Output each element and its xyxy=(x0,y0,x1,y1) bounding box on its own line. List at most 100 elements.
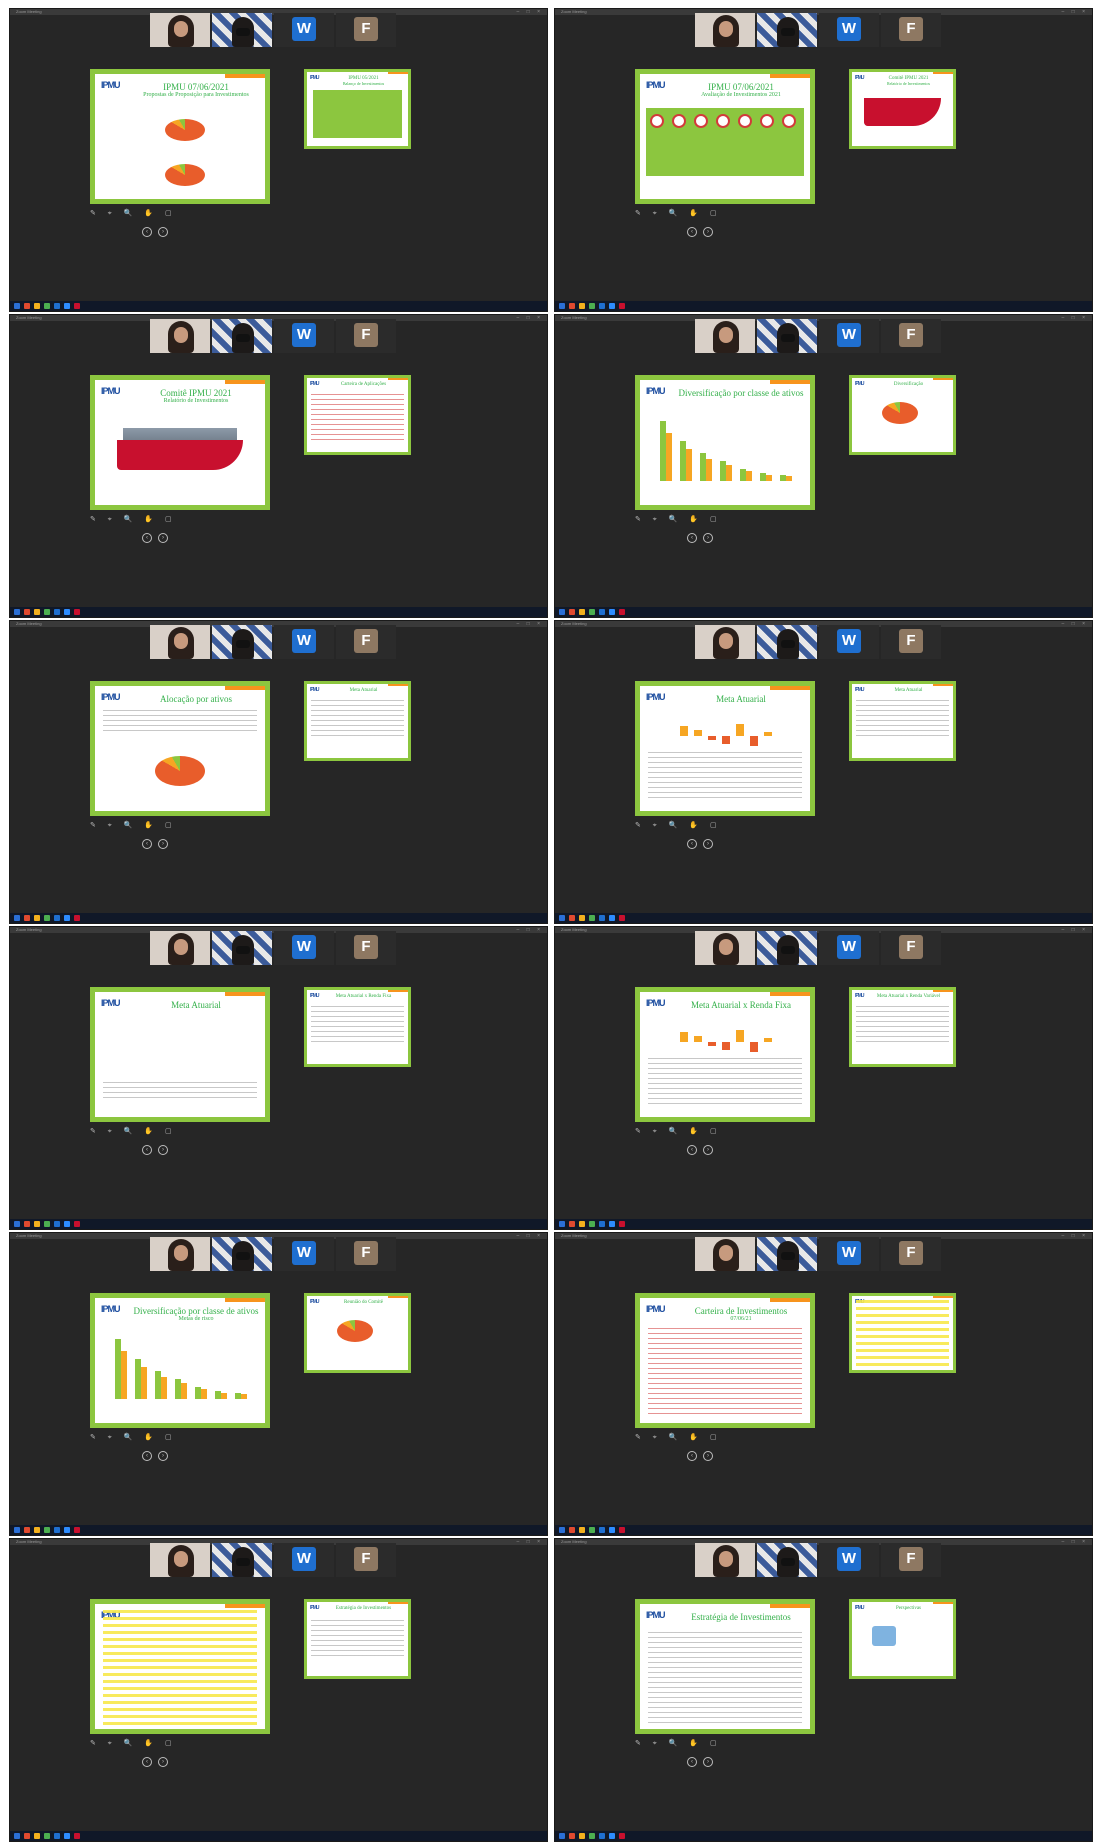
app-icon[interactable] xyxy=(74,1833,80,1839)
app-icon[interactable] xyxy=(619,1527,625,1533)
zoom-icon[interactable] xyxy=(609,1833,615,1839)
word-icon[interactable] xyxy=(599,915,605,921)
start-icon[interactable] xyxy=(14,1527,20,1533)
main-slide[interactable]: IPMU Diversificação por classe de ativos… xyxy=(90,1293,270,1428)
app-icon[interactable] xyxy=(569,303,575,309)
folder-icon[interactable] xyxy=(579,303,585,309)
folder-icon[interactable] xyxy=(579,1221,585,1227)
word-icon[interactable] xyxy=(54,303,60,309)
participant-avatar-tile[interactable]: F xyxy=(881,625,941,659)
folder-icon[interactable] xyxy=(34,915,40,921)
participant-avatar-tile[interactable]: W xyxy=(274,13,334,47)
participant-avatar-tile[interactable]: W xyxy=(274,625,334,659)
app-icon[interactable] xyxy=(589,915,595,921)
zoom-icon[interactable] xyxy=(609,1527,615,1533)
start-icon[interactable] xyxy=(559,1527,565,1533)
next-slide-preview[interactable]: IPMU Meta Atuarial x Renda Fixa xyxy=(304,987,411,1067)
participant-video-tile[interactable] xyxy=(150,1543,210,1577)
start-icon[interactable] xyxy=(14,915,20,921)
next-slide-button[interactable]: › xyxy=(703,533,713,543)
start-icon[interactable] xyxy=(14,1221,20,1227)
app-icon[interactable] xyxy=(589,1833,595,1839)
folder-icon[interactable] xyxy=(34,1221,40,1227)
annotation-toolbar[interactable]: ✎ ⌖ 🔍 ✋ ▢ xyxy=(635,209,722,218)
app-icon[interactable] xyxy=(619,1221,625,1227)
next-slide-preview[interactable]: IPMU Reunião do Comitê xyxy=(304,1293,411,1373)
participant-video-tile[interactable] xyxy=(757,319,817,353)
start-icon[interactable] xyxy=(14,1833,20,1839)
next-slide-button[interactable]: › xyxy=(158,227,168,237)
participant-avatar-tile[interactable]: F xyxy=(881,13,941,47)
participant-avatar-tile[interactable]: W xyxy=(819,931,879,965)
next-slide-button[interactable]: › xyxy=(158,839,168,849)
app-icon[interactable] xyxy=(24,303,30,309)
annotation-toolbar[interactable]: ✎ ⌖ 🔍 ✋ ▢ xyxy=(635,1127,722,1136)
participant-video-tile[interactable] xyxy=(695,625,755,659)
app-icon[interactable] xyxy=(74,1527,80,1533)
app-icon[interactable] xyxy=(44,303,50,309)
main-slide[interactable]: IPMU Meta Atuarial xyxy=(635,681,815,816)
app-icon[interactable] xyxy=(24,1833,30,1839)
app-icon[interactable] xyxy=(24,1527,30,1533)
prev-slide-button[interactable]: ‹ xyxy=(142,227,152,237)
participant-video-tile[interactable] xyxy=(757,13,817,47)
next-slide-preview[interactable]: IPMU Diversificação xyxy=(849,375,956,455)
start-icon[interactable] xyxy=(559,1221,565,1227)
participant-video-tile[interactable] xyxy=(212,319,272,353)
next-slide-preview[interactable]: IPMU Carteira de Aplicações xyxy=(304,375,411,455)
window-controls[interactable]: – □ × xyxy=(1062,315,1089,321)
zoom-icon[interactable] xyxy=(64,1221,70,1227)
zoom-icon[interactable] xyxy=(64,303,70,309)
word-icon[interactable] xyxy=(599,1221,605,1227)
participant-avatar-tile[interactable]: W xyxy=(274,1237,334,1271)
participant-video-tile[interactable] xyxy=(212,625,272,659)
next-slide-preview[interactable]: IPMU Meta Atuarial xyxy=(849,681,956,761)
folder-icon[interactable] xyxy=(34,303,40,309)
prev-slide-button[interactable]: ‹ xyxy=(687,839,697,849)
word-icon[interactable] xyxy=(599,1833,605,1839)
app-icon[interactable] xyxy=(44,609,50,615)
next-slide-preview[interactable]: IPMU IPMU 05/2021 Balanço de Investiment… xyxy=(304,69,411,149)
participant-video-tile[interactable] xyxy=(150,1237,210,1271)
prev-slide-button[interactable]: ‹ xyxy=(687,1451,697,1461)
participant-avatar-tile[interactable]: F xyxy=(336,931,396,965)
word-icon[interactable] xyxy=(54,609,60,615)
prev-slide-button[interactable]: ‹ xyxy=(687,1145,697,1155)
zoom-icon[interactable] xyxy=(609,1221,615,1227)
folder-icon[interactable] xyxy=(34,1833,40,1839)
participant-video-tile[interactable] xyxy=(150,931,210,965)
zoom-icon[interactable] xyxy=(64,1833,70,1839)
main-slide[interactable]: IPMU Meta Atuarial xyxy=(90,987,270,1122)
window-controls[interactable]: – □ × xyxy=(1062,927,1089,933)
app-icon[interactable] xyxy=(569,609,575,615)
zoom-icon[interactable] xyxy=(64,915,70,921)
participant-video-tile[interactable] xyxy=(212,1543,272,1577)
zoom-icon[interactable] xyxy=(64,609,70,615)
main-slide[interactable]: IPMU Carteira de Investimentos 07/06/21 xyxy=(635,1293,815,1428)
app-icon[interactable] xyxy=(74,915,80,921)
window-controls[interactable]: – □ × xyxy=(1062,621,1089,627)
prev-slide-button[interactable]: ‹ xyxy=(687,227,697,237)
participant-avatar-tile[interactable]: F xyxy=(336,13,396,47)
zoom-icon[interactable] xyxy=(64,1527,70,1533)
participant-avatar-tile[interactable]: F xyxy=(881,931,941,965)
prev-slide-button[interactable]: ‹ xyxy=(687,533,697,543)
window-controls[interactable]: – □ × xyxy=(517,9,544,15)
start-icon[interactable] xyxy=(559,609,565,615)
participant-avatar-tile[interactable]: F xyxy=(336,1237,396,1271)
participant-avatar-tile[interactable]: W xyxy=(819,625,879,659)
app-icon[interactable] xyxy=(589,303,595,309)
app-icon[interactable] xyxy=(569,1833,575,1839)
folder-icon[interactable] xyxy=(34,1527,40,1533)
app-icon[interactable] xyxy=(619,1833,625,1839)
app-icon[interactable] xyxy=(589,609,595,615)
annotation-toolbar[interactable]: ✎ ⌖ 🔍 ✋ ▢ xyxy=(635,1433,722,1442)
window-controls[interactable]: – □ × xyxy=(1062,1539,1089,1545)
app-icon[interactable] xyxy=(74,1221,80,1227)
start-icon[interactable] xyxy=(14,609,20,615)
word-icon[interactable] xyxy=(54,1527,60,1533)
participant-video-tile[interactable] xyxy=(695,13,755,47)
main-slide[interactable]: IPMU Diversificação por classe de ativos xyxy=(635,375,815,510)
app-icon[interactable] xyxy=(569,915,575,921)
next-slide-preview[interactable]: IPMU Meta Atuarial x Renda Variável xyxy=(849,987,956,1067)
